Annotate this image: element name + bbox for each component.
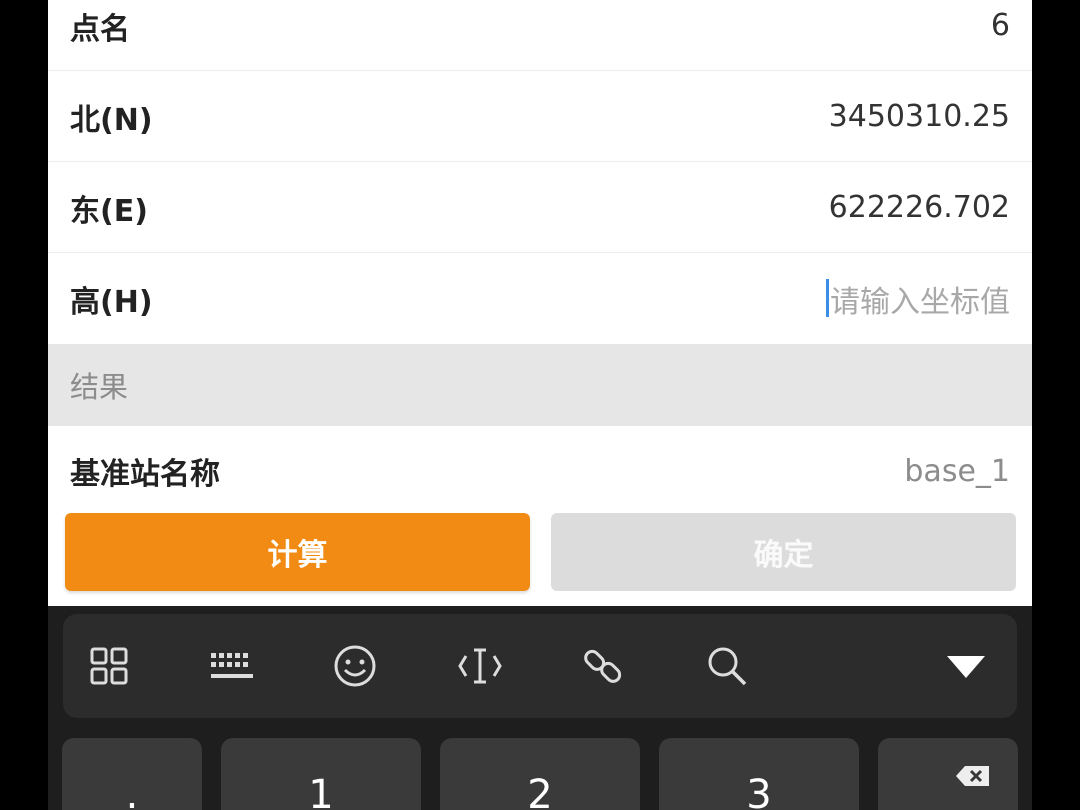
keyboard-icon[interactable] <box>209 644 255 688</box>
soft-keyboard: . 1 2 3 <box>48 606 1032 810</box>
link-icon[interactable] <box>581 644 625 688</box>
base-station-value: base_1 <box>904 453 1010 489</box>
point-name-label: 点名 <box>70 11 130 47</box>
point-name-value[interactable]: 6 <box>991 8 1010 43</box>
backspace-icon <box>956 766 989 786</box>
grid-icon[interactable] <box>87 644 131 688</box>
east-row[interactable]: 东(E) 622226.702 <box>48 163 1032 253</box>
east-label: 东(E) <box>70 193 148 229</box>
key-1[interactable]: 1 <box>221 738 421 810</box>
backspace-key[interactable] <box>878 738 1018 810</box>
east-value[interactable]: 622226.702 <box>829 190 1010 225</box>
emoji-icon[interactable] <box>333 644 377 688</box>
keyboard-toolbar <box>63 614 1017 718</box>
text-cursor <box>826 279 829 317</box>
height-placeholder: 请输入坐标值 <box>830 285 1010 320</box>
point-name-row[interactable]: 点名 6 <box>48 0 1032 71</box>
base-station-label: 基准站名称 <box>70 457 220 492</box>
key-punct[interactable]: . <box>62 738 202 810</box>
key-3[interactable]: 3 <box>659 738 859 810</box>
north-label: 北(N) <box>70 102 153 138</box>
height-input[interactable]: 请输入坐标值 <box>826 277 1010 321</box>
height-label: 高(H) <box>70 285 153 320</box>
north-row[interactable]: 北(N) 3450310.25 <box>48 72 1032 162</box>
result-section-header: 结果 <box>48 344 1032 426</box>
screen: 点名 6 北(N) 3450310.25 东(E) 622226.702 高(H… <box>48 0 1032 810</box>
collapse-icon[interactable] <box>943 644 989 688</box>
base-station-row[interactable]: 基准站名称 base_1 <box>48 426 1032 516</box>
confirm-button[interactable]: 确定 <box>551 513 1016 591</box>
key-2[interactable]: 2 <box>440 738 640 810</box>
result-section-title: 结果 <box>70 370 129 404</box>
search-icon[interactable] <box>705 644 749 688</box>
height-row[interactable]: 高(H) 请输入坐标值 <box>48 254 1032 344</box>
calculate-button[interactable]: 计算 <box>65 513 530 591</box>
north-value[interactable]: 3450310.25 <box>829 99 1010 134</box>
cursor-icon[interactable] <box>457 644 503 688</box>
